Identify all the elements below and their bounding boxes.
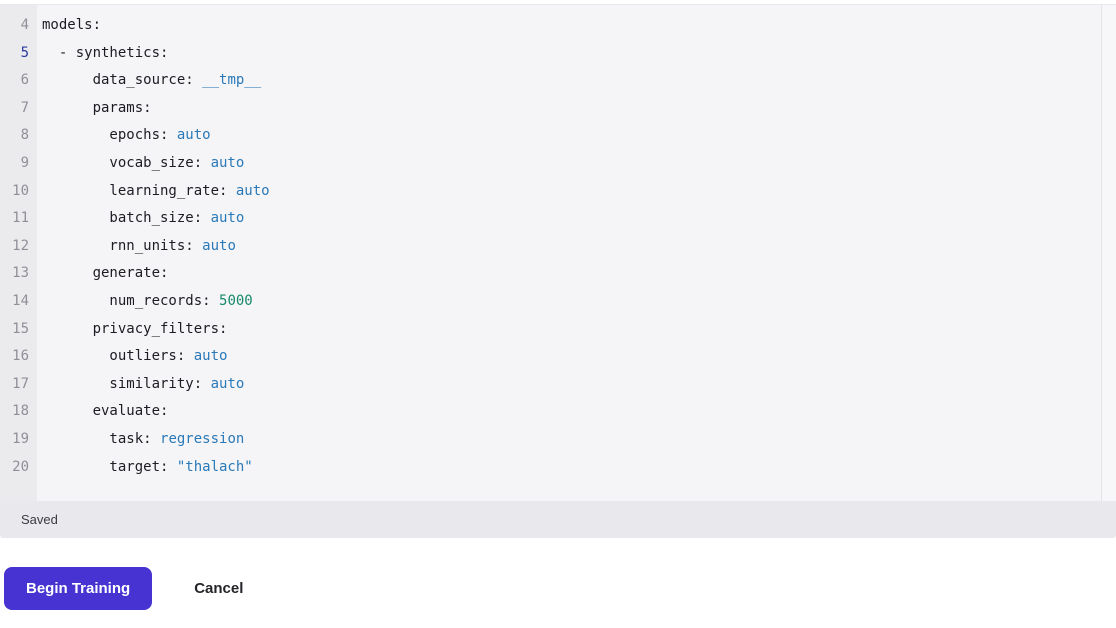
code-line-10[interactable]: 10 learning_rate: auto	[0, 178, 1100, 206]
token-plain: epochs:	[42, 127, 177, 144]
code-line-20[interactable]: 20 target: "thalach"	[0, 454, 1100, 482]
token-plain: rnn_units:	[42, 237, 203, 254]
token-plain: data_source:	[42, 72, 203, 89]
line-content: rnn_units: auto	[37, 233, 236, 261]
code-line-18[interactable]: 18 evaluate:	[0, 398, 1100, 426]
editor-status-bar: Saved	[0, 501, 1116, 538]
code-line-14[interactable]: 14 num_records: 5000	[0, 288, 1100, 316]
code-line-9[interactable]: 9 vocab_size: auto	[0, 150, 1100, 178]
token-plain: evaluate:	[42, 403, 169, 420]
line-number: 12	[12, 237, 29, 254]
cancel-button[interactable]: Cancel	[174, 567, 263, 610]
code-line-16[interactable]: 16 outliers: auto	[0, 343, 1100, 371]
line-content: num_records: 5000	[37, 288, 253, 316]
line-content: outliers: auto	[37, 343, 227, 371]
token-value: auto	[210, 375, 245, 392]
line-number: 15	[12, 320, 29, 337]
line-number: 10	[12, 182, 29, 199]
line-content: params:	[37, 95, 152, 123]
token-plain: models:	[42, 17, 102, 33]
line-content: similarity: auto	[37, 371, 244, 399]
token-value: auto	[210, 210, 245, 227]
code-line-19[interactable]: 19 task: regression	[0, 426, 1100, 454]
line-content: evaluate:	[37, 398, 169, 426]
code-line-8[interactable]: 8 epochs: auto	[0, 122, 1100, 150]
line-number: 13	[12, 265, 29, 282]
code-line-7[interactable]: 7 params:	[0, 95, 1100, 123]
line-number: 18	[12, 403, 29, 420]
action-buttons-row: Begin Training Cancel	[4, 567, 1116, 610]
line-number: 20	[12, 458, 29, 475]
token-value: auto	[176, 127, 211, 144]
line-content: batch_size: auto	[37, 205, 244, 233]
token-plain: outliers:	[42, 348, 194, 365]
token-plain: learning_rate:	[42, 182, 236, 199]
line-content: models:	[37, 12, 101, 40]
line-number: 7	[20, 99, 29, 116]
token-plain: target:	[42, 458, 177, 475]
token-plain: - synthetics:	[42, 44, 169, 61]
token-value: regression	[160, 430, 245, 447]
token-value: auto	[193, 348, 228, 365]
line-number: 17	[12, 375, 29, 392]
line-content: learning_rate: auto	[37, 178, 270, 206]
code-line-13[interactable]: 13 generate:	[0, 260, 1100, 288]
line-content: vocab_size: auto	[37, 150, 244, 178]
line-number: 9	[20, 154, 29, 171]
token-number: 5000	[219, 292, 253, 309]
line-number: 4	[20, 17, 29, 33]
line-content: privacy_filters:	[37, 316, 228, 344]
token-plain: task:	[42, 430, 161, 447]
token-plain: similarity:	[42, 375, 211, 392]
token-plain: generate:	[42, 265, 169, 282]
editor-scrollbar[interactable]	[1101, 5, 1116, 501]
begin-training-button[interactable]: Begin Training	[4, 567, 153, 610]
code-line-11[interactable]: 11 batch_size: auto	[0, 205, 1100, 233]
yaml-config-editor[interactable]: 4 models: 5 - synthetics: 6 data_source: __…	[0, 4, 1116, 501]
line-number: 6	[20, 72, 29, 89]
code-line-4[interactable]: 4 models:	[0, 12, 1100, 40]
token-value: auto	[202, 237, 236, 254]
save-status-text: Saved	[21, 512, 58, 527]
code-line-6[interactable]: 6 data_source: __tmp__	[0, 67, 1100, 95]
code-area[interactable]: 4 models: 5 - synthetics: 6 data_source: __…	[0, 5, 1100, 501]
line-number: 16	[12, 348, 29, 365]
line-content: target: "thalach"	[37, 454, 253, 482]
line-number: 11	[12, 210, 29, 227]
line-number: 19	[12, 430, 29, 447]
line-number: 14	[12, 292, 29, 309]
line-content: - synthetics:	[37, 40, 169, 68]
line-content: data_source: __tmp__	[37, 67, 262, 95]
code-line-15[interactable]: 15 privacy_filters:	[0, 316, 1100, 344]
line-content: epochs: auto	[37, 122, 211, 150]
line-number: 5	[20, 44, 29, 61]
code-line-12[interactable]: 12 rnn_units: auto	[0, 233, 1100, 261]
token-string: "thalach"	[176, 458, 253, 475]
token-value: __tmp__	[202, 72, 262, 89]
line-content: task: regression	[37, 426, 244, 454]
code-line-5[interactable]: 5 - synthetics:	[0, 40, 1100, 68]
token-plain: params:	[42, 99, 152, 116]
line-number: 8	[20, 127, 29, 144]
token-plain: vocab_size:	[42, 154, 211, 171]
token-plain: num_records:	[42, 292, 220, 309]
line-content: generate:	[37, 260, 169, 288]
token-value: auto	[210, 154, 245, 171]
code-line-17[interactable]: 17 similarity: auto	[0, 371, 1100, 399]
token-plain: batch_size:	[42, 210, 211, 227]
token-plain: privacy_filters:	[42, 320, 228, 337]
token-value: auto	[235, 182, 270, 199]
